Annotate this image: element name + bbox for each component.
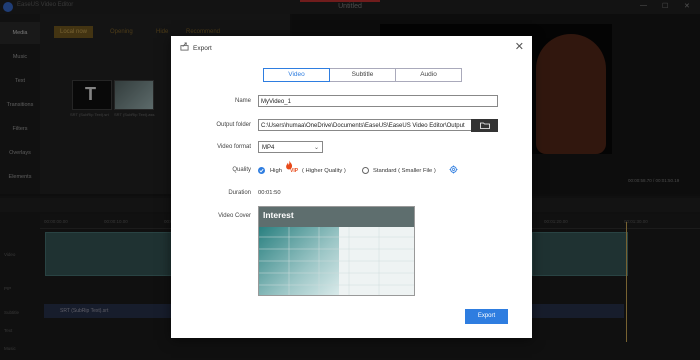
quality-standard-radio[interactable] (362, 167, 369, 174)
video-cover-label: Video Cover (218, 213, 251, 219)
tab-subtitle[interactable]: Subtitle (329, 68, 396, 82)
cover-graphic (259, 227, 414, 295)
name-input[interactable]: MyVideo_1 (258, 95, 498, 107)
close-icon[interactable]: ✕ (515, 40, 524, 53)
name-label: Name (234, 98, 251, 104)
video-cover-image[interactable]: Interest (258, 206, 415, 296)
quality-standard-label: Standard ( Smaller File ) (373, 168, 436, 174)
check-icon (259, 168, 264, 173)
quality-high-label: High (270, 168, 282, 174)
video-format-value: MP4 (262, 145, 275, 151)
quality-label: Quality (232, 167, 251, 173)
tab-audio[interactable]: Audio (395, 68, 462, 82)
tab-video[interactable]: Video (263, 68, 330, 82)
browse-folder-button[interactable] (471, 119, 498, 132)
chevron-down-icon: ⌄ (313, 145, 319, 151)
cover-title: Interest (263, 210, 294, 220)
gear-icon[interactable] (449, 165, 458, 174)
output-folder-input[interactable]: C:\Users\humaa\OneDrive\Documents\EaseUS… (258, 119, 472, 131)
video-format-label: Video format (217, 144, 251, 150)
export-button[interactable]: Export (465, 309, 508, 324)
quality-high-note: ( Higher Quality ) (302, 168, 346, 174)
quality-high-radio[interactable] (258, 167, 265, 174)
export-tabs: Video Subtitle Audio (263, 68, 462, 82)
dialog-title: Export (193, 45, 212, 52)
duration-label: Duration (228, 190, 251, 196)
vip-badge: VIP (290, 168, 299, 174)
folder-icon (480, 122, 490, 129)
output-folder-label: Output folder (216, 122, 251, 128)
cover-header: Interest (259, 207, 414, 227)
export-dialog: Export ✕ Video Subtitle Audio Name MyVid… (171, 36, 532, 338)
duration-value: 00:01:50 (258, 190, 281, 196)
export-icon (180, 42, 189, 51)
video-format-select[interactable]: MP4 ⌄ (258, 141, 323, 153)
